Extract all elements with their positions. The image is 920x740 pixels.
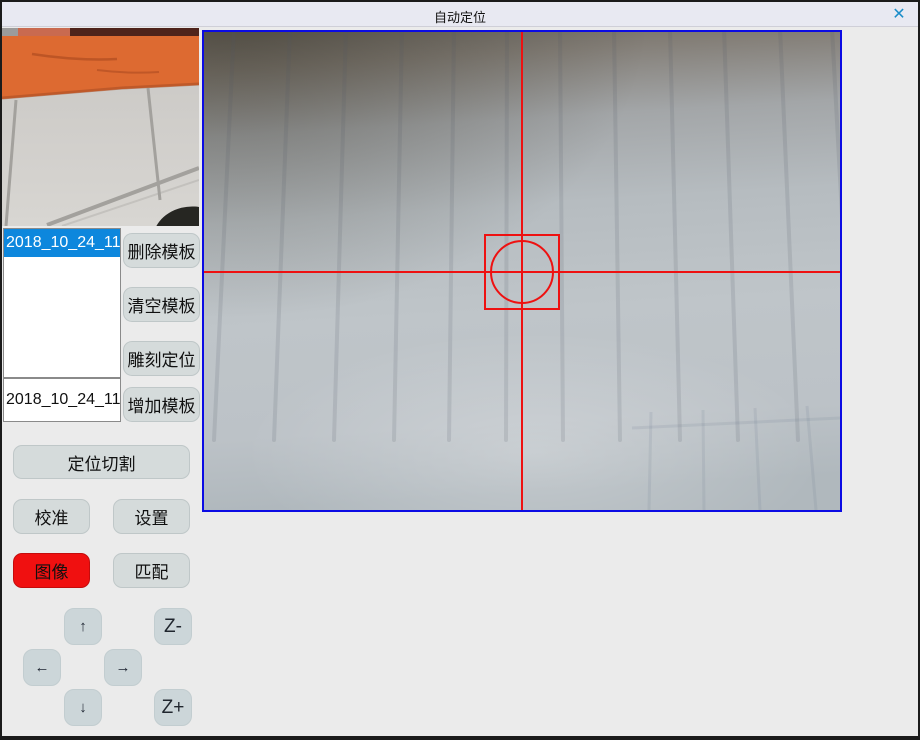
template-thumbnail	[2, 28, 199, 226]
match-button[interactable]: 匹配	[113, 553, 190, 588]
template-name-input[interactable]	[3, 378, 121, 422]
camera-feed	[204, 32, 840, 510]
jog-down-button[interactable]: ↓	[64, 689, 102, 726]
jog-right-button[interactable]: →	[104, 649, 142, 686]
arrow-down-icon: ↓	[79, 699, 87, 716]
calibrate-button[interactable]: 校准	[13, 499, 90, 534]
jog-left-button[interactable]: ←	[23, 649, 61, 686]
template-list-item[interactable]: 2018_10_24_11	[4, 229, 120, 257]
add-template-button[interactable]: 增加模板	[123, 387, 200, 422]
jog-up-button[interactable]: ↑	[64, 608, 102, 645]
z-minus-button[interactable]: Z-	[154, 608, 192, 645]
template-list[interactable]: 2018_10_24_11	[3, 228, 121, 378]
window-title: 自动定位	[2, 7, 918, 26]
close-icon[interactable]: ✕	[888, 4, 910, 25]
delete-template-button[interactable]: 删除模板	[123, 233, 200, 268]
engrave-position-button[interactable]: 雕刻定位	[123, 341, 200, 376]
image-button[interactable]: 图像	[13, 553, 90, 588]
arrow-left-icon: ←	[35, 659, 50, 676]
position-cut-button[interactable]: 定位切割	[13, 445, 190, 479]
template-thumbnail-image	[2, 28, 199, 226]
camera-view[interactable]	[202, 30, 842, 512]
arrow-up-icon: ↑	[79, 618, 87, 635]
auto-position-dialog: 自动定位 ✕	[0, 0, 920, 740]
z-plus-button[interactable]: Z+	[154, 689, 192, 726]
clear-templates-button[interactable]: 清空模板	[123, 287, 200, 322]
settings-button[interactable]: 设置	[113, 499, 190, 534]
arrow-right-icon: →	[116, 659, 131, 676]
title-bar: 自动定位 ✕	[2, 2, 918, 27]
